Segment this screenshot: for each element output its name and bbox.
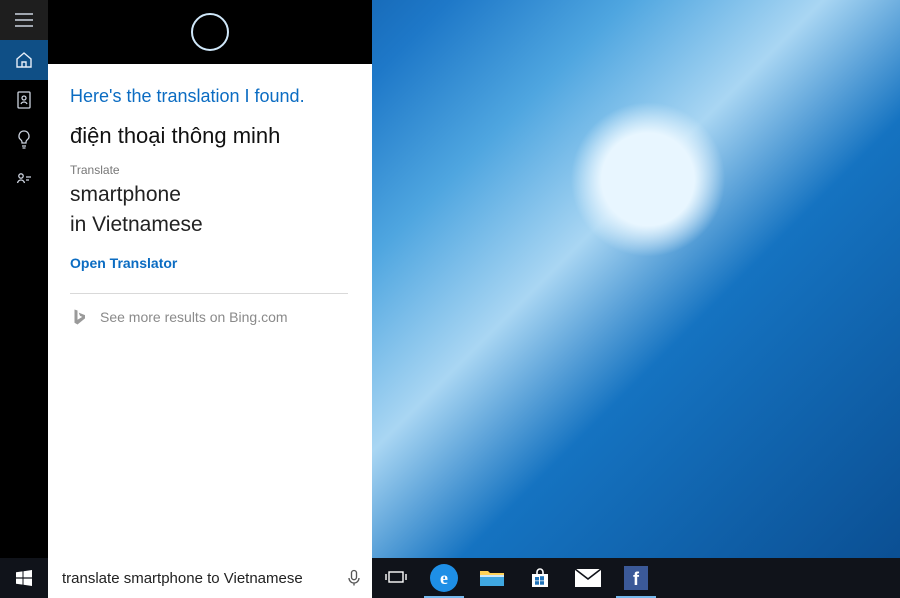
edge-button[interactable]: e xyxy=(420,558,468,598)
divider xyxy=(70,293,348,294)
windows-logo-icon xyxy=(16,570,32,586)
store-icon xyxy=(529,567,551,589)
taskbar-search-box[interactable] xyxy=(48,558,372,598)
cortana-header xyxy=(48,0,372,64)
bing-more-row[interactable]: See more results on Bing.com xyxy=(70,308,348,326)
file-explorer-button[interactable] xyxy=(468,558,516,598)
cortana-result-body: Here's the translation I found. điện tho… xyxy=(48,64,372,558)
rail-feedback-button[interactable] xyxy=(0,160,48,200)
rail-home-button[interactable] xyxy=(0,40,48,80)
rail-notebook-button[interactable] xyxy=(0,80,48,120)
cortana-ring-icon xyxy=(191,13,229,51)
translate-label: Translate xyxy=(70,163,348,177)
microphone-icon[interactable] xyxy=(344,568,364,588)
cortana-rail xyxy=(0,0,48,558)
facebook-button[interactable]: f xyxy=(612,558,660,598)
mail-icon xyxy=(575,569,601,587)
lightbulb-icon xyxy=(16,130,32,150)
start-button[interactable] xyxy=(0,558,48,598)
store-button[interactable] xyxy=(516,558,564,598)
mail-button[interactable] xyxy=(564,558,612,598)
source-word: smartphone xyxy=(70,183,348,207)
file-explorer-icon xyxy=(479,568,505,588)
home-icon xyxy=(15,51,33,69)
hamburger-menu-button[interactable] xyxy=(0,0,48,40)
feedback-icon xyxy=(15,171,33,189)
hamburger-icon xyxy=(15,13,33,27)
open-translator-link[interactable]: Open Translator xyxy=(70,255,177,271)
task-view-button[interactable] xyxy=(372,558,420,598)
search-input[interactable] xyxy=(60,569,344,588)
cortana-content-column: Here's the translation I found. điện tho… xyxy=(48,0,372,558)
result-headline: Here's the translation I found. xyxy=(70,86,348,107)
taskbar: e f xyxy=(0,558,900,598)
bing-more-label: See more results on Bing.com xyxy=(100,309,288,325)
edge-icon: e xyxy=(430,564,458,592)
rail-tips-button[interactable] xyxy=(0,120,48,160)
notebook-icon xyxy=(16,91,32,109)
translation-result: điện thoại thông minh xyxy=(70,123,348,149)
facebook-icon: f xyxy=(624,566,648,590)
cortana-panel: Here's the translation I found. điện tho… xyxy=(0,0,372,558)
bing-icon xyxy=(70,308,88,326)
target-language: in Vietnamese xyxy=(70,213,348,237)
task-view-icon xyxy=(385,570,407,586)
